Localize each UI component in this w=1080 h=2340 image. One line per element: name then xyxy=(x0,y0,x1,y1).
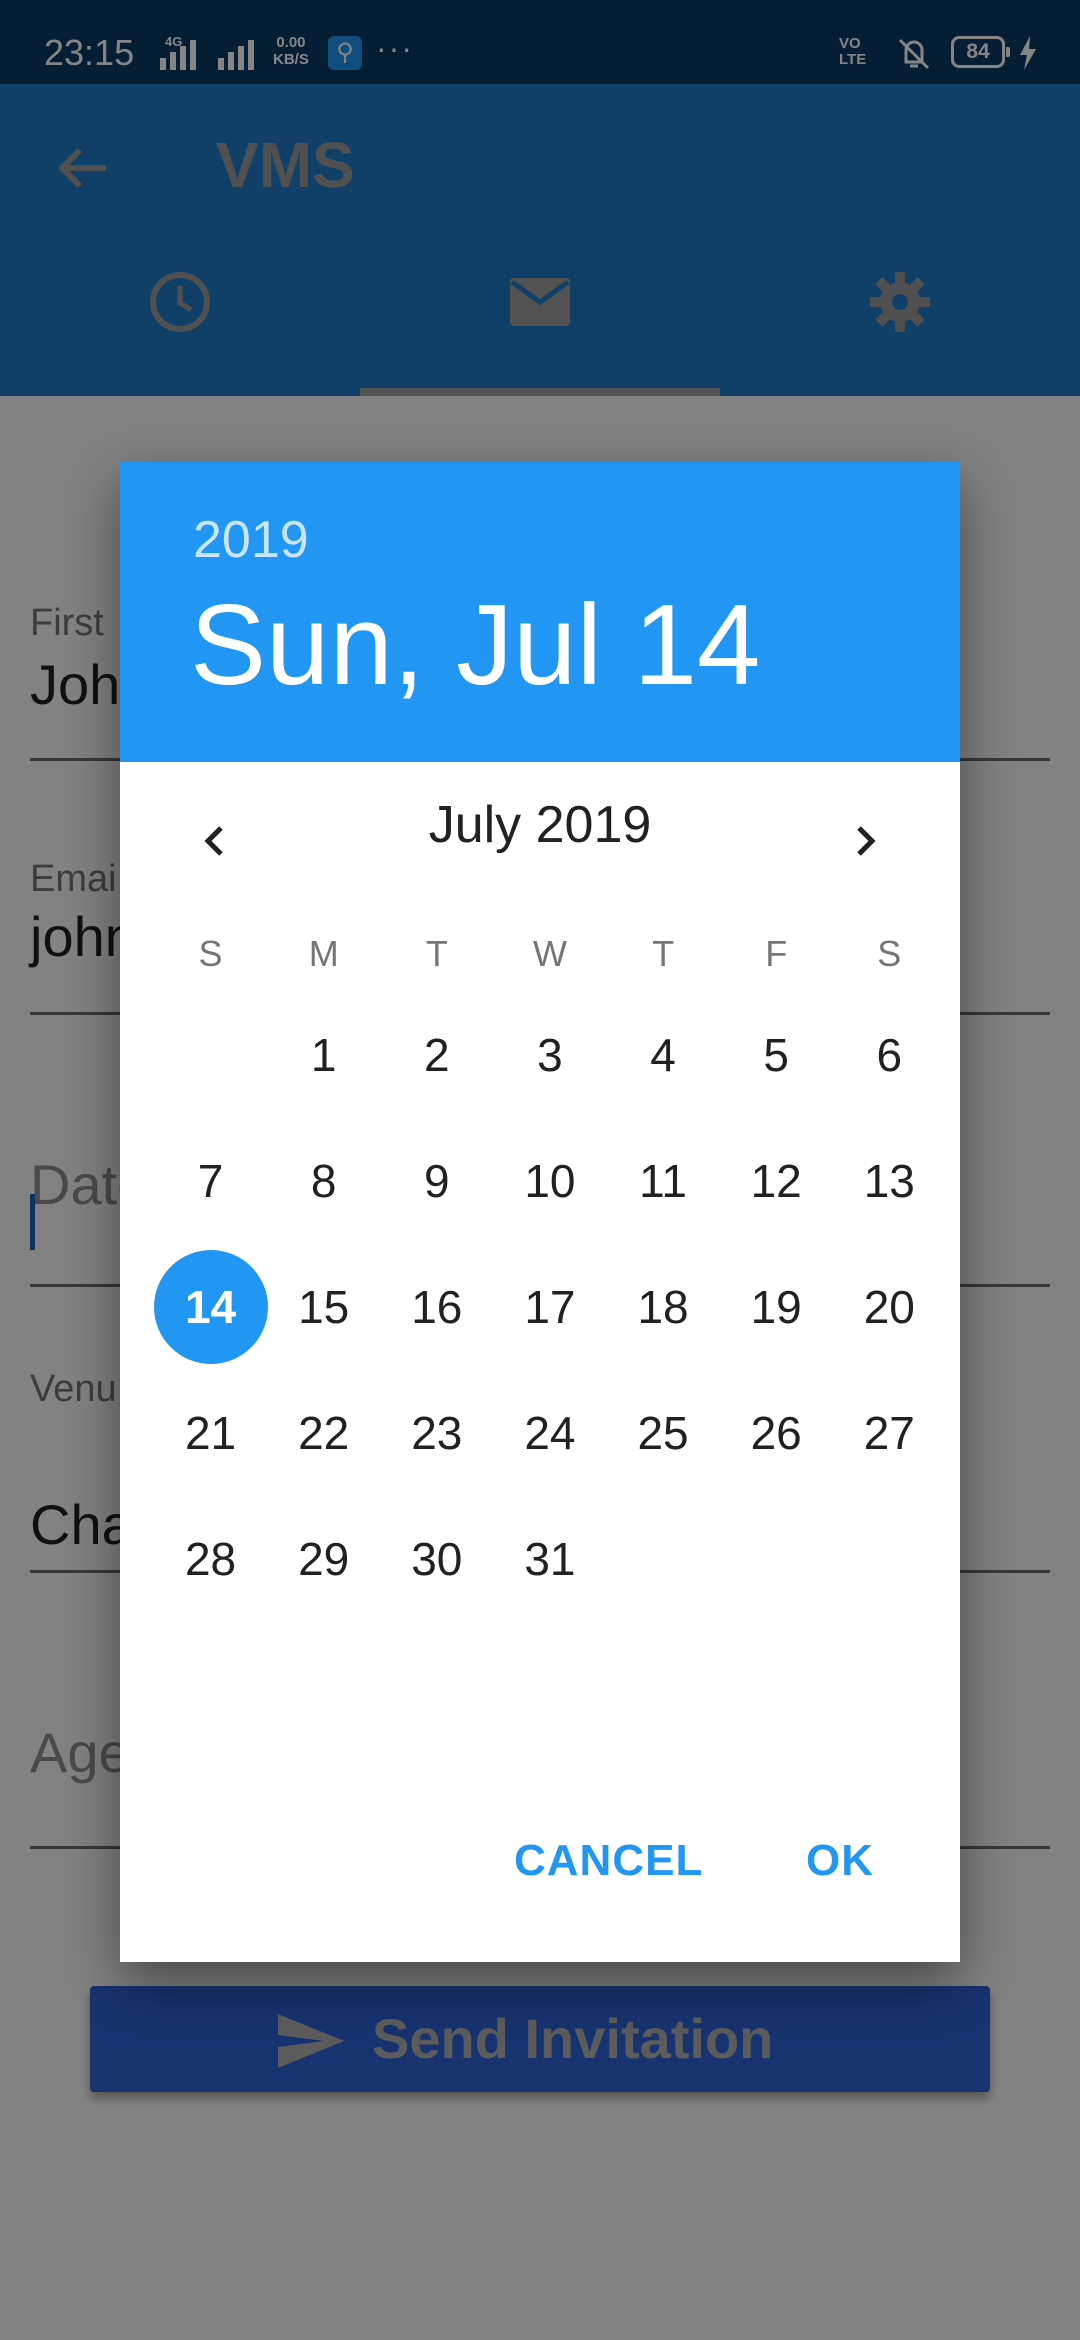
day-number: 14 xyxy=(184,1281,237,1333)
day-number: 10 xyxy=(524,1155,576,1207)
calendar-days-grid: 1 2 3 4 5 6 7 8 9 10 11 12 13 14 15 16 17 18 19 20 21 22 23 24 2… xyxy=(153,992,946,1622)
day-number: 9 xyxy=(424,1155,450,1207)
day-number: 11 xyxy=(639,1155,687,1207)
day-number: 8 xyxy=(310,1155,337,1207)
day-cell[interactable]: 20 xyxy=(833,1244,946,1370)
day-number: 15 xyxy=(298,1281,350,1333)
day-cell[interactable]: 12 xyxy=(720,1118,833,1244)
day-cell[interactable]: 29 xyxy=(267,1496,380,1622)
weekday-label: F xyxy=(765,933,788,974)
weekday-label: S xyxy=(198,933,223,974)
day-number: 7 xyxy=(197,1155,224,1207)
day-number: 24 xyxy=(524,1407,576,1459)
weekday-label: T xyxy=(425,933,448,974)
day-number: 18 xyxy=(637,1281,689,1333)
day-number: 5 xyxy=(763,1029,789,1081)
day-number: 13 xyxy=(863,1155,915,1207)
day-number: 28 xyxy=(184,1533,237,1585)
day-number: 25 xyxy=(637,1407,689,1459)
day-cell[interactable]: 7 xyxy=(154,1118,267,1244)
previous-month-button[interactable] xyxy=(180,806,250,876)
date-picker-header: 2019 Sun, Jul 14 xyxy=(120,462,960,762)
date-picker-dialog: 2019 Sun, Jul 14 July 2019 SMTWTFS 12345… xyxy=(120,462,960,1962)
day-cell[interactable]: 25 xyxy=(607,1370,720,1496)
day-number: 22 xyxy=(298,1407,350,1459)
day-number: 20 xyxy=(863,1281,915,1333)
selected-year[interactable]: 2019 xyxy=(193,510,309,570)
day-selected[interactable]: 14 xyxy=(153,1244,268,1370)
day-cell[interactable]: 5 xyxy=(720,992,833,1118)
chevron-right-icon xyxy=(857,826,876,856)
day-number: 4 xyxy=(650,1029,676,1081)
day-cell[interactable]: 27 xyxy=(833,1370,946,1496)
day-cell[interactable]: 17 xyxy=(493,1244,606,1370)
day-cell[interactable]: 22 xyxy=(267,1370,380,1496)
next-month-button[interactable] xyxy=(830,806,900,876)
day-cell[interactable]: 30 xyxy=(380,1496,493,1622)
day-cell[interactable]: 24 xyxy=(493,1370,606,1496)
day-number: 19 xyxy=(750,1281,802,1333)
day-number: 17 xyxy=(524,1281,576,1333)
weekday-label: W xyxy=(532,933,567,974)
day-cell[interactable]: 4 xyxy=(607,992,720,1118)
day-number: 31 xyxy=(524,1533,576,1585)
day-number: 27 xyxy=(863,1407,915,1459)
day-number: 6 xyxy=(876,1029,903,1081)
day-number: 2 xyxy=(424,1029,450,1081)
day-cell[interactable]: 6 xyxy=(833,992,946,1118)
day-cell[interactable]: 16 xyxy=(380,1244,493,1370)
day-number: 23 xyxy=(411,1407,463,1459)
day-number: 3 xyxy=(537,1029,563,1081)
day-cell[interactable]: 3 xyxy=(493,992,606,1118)
day-cell[interactable]: 31 xyxy=(493,1496,606,1622)
weekday-header: SMTWTFS xyxy=(154,926,946,982)
day-number: 1 xyxy=(310,1029,337,1081)
day-cell[interactable]: 21 xyxy=(154,1370,267,1496)
chevron-left-icon xyxy=(204,826,223,856)
day-cell[interactable]: 1 xyxy=(267,992,380,1118)
day-cell[interactable]: 11 xyxy=(607,1118,720,1244)
day-cell[interactable]: 18 xyxy=(607,1244,720,1370)
day-cell[interactable]: 23 xyxy=(380,1370,493,1496)
day-number: 29 xyxy=(298,1533,350,1585)
selected-date[interactable]: Sun, Jul 14 xyxy=(190,580,760,711)
day-cell[interactable]: 10 xyxy=(493,1118,606,1244)
day-number: 30 xyxy=(411,1533,463,1585)
ok-button[interactable]: OK xyxy=(806,1836,874,1886)
day-cell[interactable]: 19 xyxy=(720,1244,833,1370)
day-cell[interactable]: 2 xyxy=(380,992,493,1118)
day-cell[interactable]: 13 xyxy=(833,1118,946,1244)
day-number: 26 xyxy=(750,1407,802,1459)
day-number: 21 xyxy=(184,1407,237,1459)
weekday-label: T xyxy=(652,933,675,974)
weekday-label: S xyxy=(877,933,902,974)
cancel-button[interactable]: CANCEL xyxy=(514,1836,703,1886)
weekday-label: M xyxy=(308,933,339,974)
day-cell[interactable]: 28 xyxy=(154,1496,267,1622)
day-cell[interactable]: 26 xyxy=(720,1370,833,1496)
day-cell[interactable]: 8 xyxy=(267,1118,380,1244)
day-number: 16 xyxy=(411,1281,463,1333)
day-cell[interactable]: 15 xyxy=(267,1244,380,1370)
day-cell[interactable]: 9 xyxy=(380,1118,493,1244)
day-number: 12 xyxy=(750,1155,802,1207)
